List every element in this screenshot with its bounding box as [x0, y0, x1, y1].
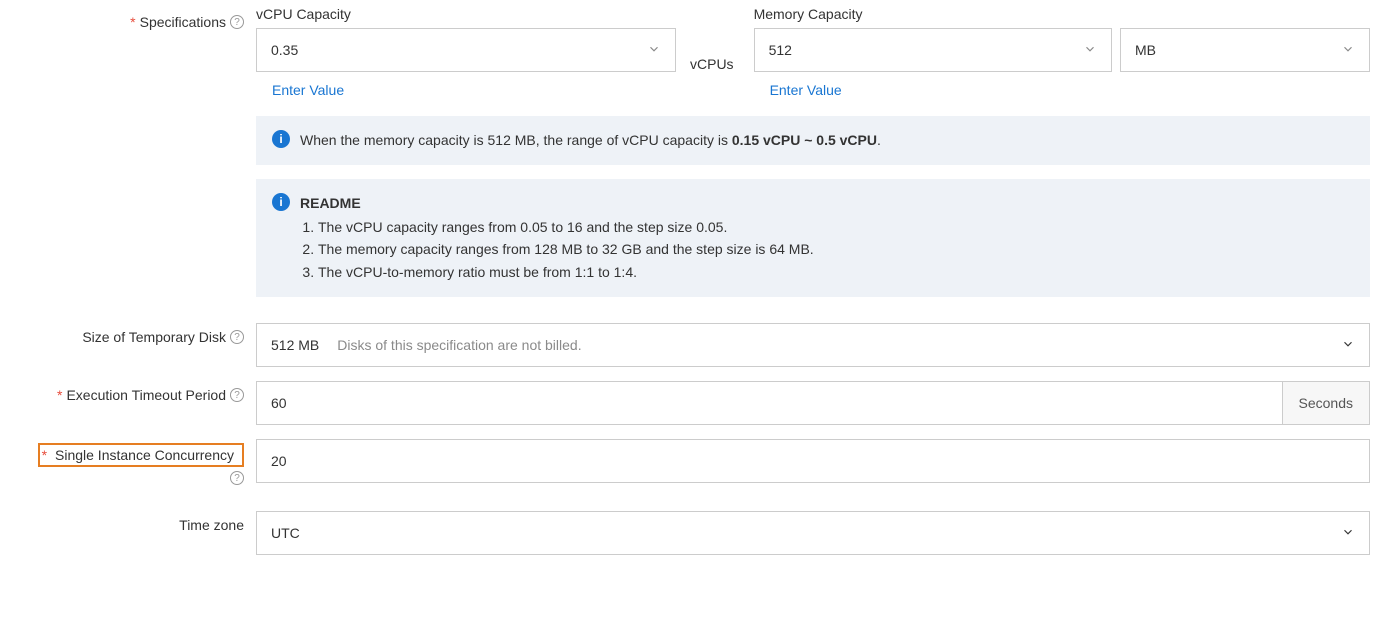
timeout-unit: Seconds [1283, 381, 1370, 425]
vcpu-select[interactable]: 0.35 [256, 28, 676, 72]
timeout-label-col: * Execution Timeout Period ? [16, 381, 256, 403]
timezone-value: UTC [271, 525, 300, 541]
memory-capacity-label: Memory Capacity [754, 6, 1370, 22]
disk-label-col: Size of Temporary Disk ? [16, 323, 256, 345]
vcpu-enter-value-link[interactable]: Enter Value [256, 82, 676, 98]
memory-enter-value-link[interactable]: Enter Value [754, 82, 1370, 98]
memory-value: 512 [769, 42, 792, 58]
concurrency-input[interactable] [256, 439, 1370, 483]
help-icon[interactable]: ? [230, 388, 244, 402]
timezone-label: Time zone [179, 517, 244, 533]
concurrency-row: * Single Instance Concurrency ? [16, 439, 1370, 485]
readme-item: The vCPU-to-memory ratio must be from 1:… [318, 261, 814, 283]
timeout-input[interactable] [256, 381, 1283, 425]
vcpu-capacity-label: vCPU Capacity [256, 6, 676, 22]
timezone-row: Time zone UTC [16, 511, 1370, 555]
memory-unit-select[interactable]: MB [1120, 28, 1370, 72]
specifications-row: * Specifications ? vCPU Capacity 0.35 En… [16, 8, 1370, 297]
help-icon[interactable]: ? [230, 15, 244, 29]
timezone-select[interactable]: UTC [256, 511, 1370, 555]
vcpu-unit: vCPUs [676, 56, 748, 72]
memory-unit: MB [1135, 42, 1156, 58]
required-asterisk: * [42, 447, 47, 463]
disk-select[interactable]: 512 MB Disks of this specification are n… [256, 323, 1370, 367]
readme-box: i README The vCPU capacity ranges from 0… [256, 179, 1370, 297]
readme-item: The vCPU capacity ranges from 0.05 to 16… [318, 216, 814, 238]
specifications-content: vCPU Capacity 0.35 Enter Value vCPUs Mem… [256, 8, 1370, 297]
concurrency-highlight: * Single Instance Concurrency [38, 443, 244, 467]
readme-title: README [300, 193, 814, 214]
hint-prefix: When the memory capacity is 512 MB, the … [300, 132, 732, 148]
disk-row: Size of Temporary Disk ? 512 MB Disks of… [16, 323, 1370, 367]
readme-item: The memory capacity ranges from 128 MB t… [318, 238, 814, 260]
chevron-down-icon [1341, 525, 1355, 542]
hint-bold: 0.15 vCPU ~ 0.5 vCPU [732, 132, 877, 148]
disk-description: Disks of this specification are not bill… [337, 337, 581, 353]
specifications-label: Specifications [140, 14, 226, 30]
help-icon[interactable]: ? [230, 471, 244, 485]
hint-suffix: . [877, 132, 881, 148]
timeout-row: * Execution Timeout Period ? Seconds [16, 381, 1370, 425]
disk-value: 512 MB [271, 337, 319, 353]
concurrency-label: Single Instance Concurrency [55, 447, 234, 463]
required-asterisk: * [130, 14, 135, 30]
concurrency-label-col: * Single Instance Concurrency ? [16, 439, 256, 485]
info-icon: i [272, 193, 290, 211]
disk-label: Size of Temporary Disk [82, 329, 226, 345]
chevron-down-icon [1341, 42, 1355, 59]
required-asterisk: * [57, 387, 62, 403]
info-icon: i [272, 130, 290, 148]
chevron-down-icon [1341, 337, 1355, 354]
vcpu-value: 0.35 [271, 42, 298, 58]
memory-select[interactable]: 512 [754, 28, 1112, 72]
timezone-label-col: Time zone [16, 511, 256, 533]
chevron-down-icon [647, 42, 661, 59]
timeout-label: Execution Timeout Period [66, 387, 226, 403]
specifications-label-col: * Specifications ? [16, 8, 256, 30]
vcpu-range-hint: i When the memory capacity is 512 MB, th… [256, 116, 1370, 165]
readme-list: The vCPU capacity ranges from 0.05 to 16… [300, 216, 814, 283]
chevron-down-icon [1083, 42, 1097, 59]
help-icon[interactable]: ? [230, 330, 244, 344]
